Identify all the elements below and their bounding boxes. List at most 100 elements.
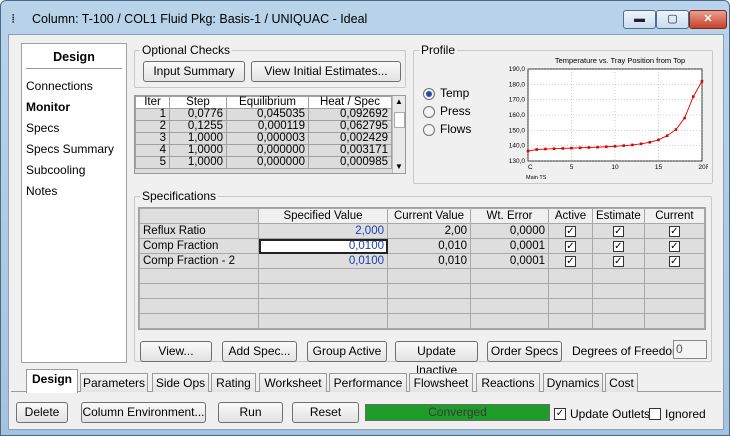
temp-radio[interactable] bbox=[423, 88, 435, 100]
divider bbox=[26, 68, 122, 69]
column-header: Active bbox=[548, 208, 593, 224]
table-row[interactable]: Comp Fraction 0,0100 0,010 0,0001 ✓ ✓ ✓ bbox=[139, 238, 705, 254]
y-tick-label: 190,0 bbox=[509, 66, 526, 73]
column-header: Equilibrium bbox=[226, 96, 309, 109]
nav-item-monitor[interactable]: Monitor bbox=[26, 100, 70, 114]
scroll-up-icon[interactable]: ▲ bbox=[395, 97, 403, 106]
specified-value-cell[interactable]: 2,000 bbox=[258, 223, 388, 239]
cell: 2 bbox=[135, 120, 170, 133]
add-spec-button[interactable]: Add Spec... bbox=[222, 341, 297, 362]
cell: 0,002429 bbox=[308, 132, 392, 145]
y-tick-label: 180,0 bbox=[509, 81, 526, 88]
group-active-button[interactable]: Group Active bbox=[307, 341, 387, 362]
table-row[interactable]: 2 0,1255 0,000119 0,062795 bbox=[135, 120, 392, 133]
optional-checks-title: Optional Checks bbox=[140, 43, 233, 57]
data-point bbox=[587, 146, 591, 149]
current-checkbox[interactable]: ✓ bbox=[668, 225, 680, 237]
x-tick-label: 20 bbox=[698, 164, 706, 171]
tab-performance[interactable]: Performance bbox=[329, 373, 407, 392]
view-spec-button[interactable]: View... bbox=[140, 341, 212, 362]
nav-item-subcooling[interactable]: Subcooling bbox=[26, 163, 85, 177]
nav-item-specs[interactable]: Specs bbox=[26, 121, 59, 135]
scroll-down-icon[interactable]: ▼ bbox=[395, 162, 403, 171]
reset-button[interactable]: Reset bbox=[292, 402, 359, 423]
ignored-label: Ignored bbox=[665, 407, 706, 421]
specified-value-cell[interactable]: 0,0100 bbox=[258, 238, 388, 254]
spec-name: Comp Fraction bbox=[139, 238, 259, 254]
tab-parameters[interactable]: Parameters bbox=[80, 373, 148, 392]
update-outlets-label: Update Outlets bbox=[570, 407, 651, 421]
data-point bbox=[578, 146, 582, 150]
nav-item-notes[interactable]: Notes bbox=[26, 184, 57, 198]
specified-value-cell[interactable]: 0,0100 bbox=[258, 253, 388, 269]
maximize-button[interactable]: ▢ bbox=[656, 10, 689, 29]
press-radio[interactable] bbox=[423, 106, 435, 118]
degrees-of-freedom-label: Degrees of Freedom bbox=[572, 344, 683, 358]
nav-item-specs-summary[interactable]: Specs Summary bbox=[26, 142, 114, 156]
table-row bbox=[139, 283, 705, 299]
iteration-scrollbar[interactable]: ▲ ▼ bbox=[392, 96, 405, 173]
estimate-checkbox[interactable]: ✓ bbox=[612, 225, 624, 237]
table-row[interactable]: 4 1,0000 0,000000 0,003171 bbox=[135, 144, 392, 157]
view-initial-estimates-button[interactable]: View Initial Estimates... bbox=[251, 61, 401, 82]
update-inactive-button[interactable]: Update Inactive bbox=[395, 341, 478, 377]
table-row[interactable]: 3 1,0000 0,000003 0,002429 bbox=[135, 132, 392, 145]
table-row[interactable]: 1 0,0776 0,045035 0,092692 bbox=[135, 108, 392, 121]
table-row bbox=[139, 298, 705, 314]
table-row[interactable]: Comp Fraction - 2 0,0100 0,010 0,0001 ✓ … bbox=[139, 253, 705, 269]
y-tick-label: 150,0 bbox=[509, 127, 526, 134]
estimate-checkbox[interactable]: ✓ bbox=[612, 255, 624, 267]
active-checkbox[interactable]: ✓ bbox=[565, 240, 576, 252]
cell: 0,000003 bbox=[226, 132, 309, 145]
input-summary-button[interactable]: Input Summary bbox=[143, 61, 245, 82]
column-header: Estimate bbox=[592, 208, 645, 224]
run-button[interactable]: Run bbox=[218, 402, 283, 423]
tab-cost[interactable]: Cost bbox=[605, 373, 638, 392]
table-row[interactable]: Reflux Ratio 2,000 2,00 0,0000 ✓ ✓ ✓ bbox=[139, 223, 705, 239]
iteration-table: Iter Step Equilibrium Heat / Spec 1 0,077… bbox=[135, 96, 392, 169]
current-checkbox[interactable]: ✓ bbox=[668, 255, 680, 267]
y-tick-label: 140,0 bbox=[509, 143, 526, 150]
tab-side-ops[interactable]: Side Ops bbox=[152, 373, 209, 392]
table-row bbox=[139, 313, 705, 329]
optional-checks-group: Optional Checks Input Summary View Initi… bbox=[134, 43, 406, 88]
column-header: Specified Value bbox=[258, 208, 388, 224]
update-outlets-checkbox[interactable]: ✓ bbox=[554, 408, 566, 420]
estimate-checkbox[interactable]: ✓ bbox=[612, 240, 624, 252]
tab-reactions[interactable]: Reactions bbox=[476, 373, 540, 392]
close-icon: ✕ bbox=[703, 13, 713, 25]
tab-flowsheet[interactable]: Flowsheet bbox=[409, 373, 473, 392]
column-header: Step bbox=[169, 96, 227, 109]
table-row[interactable]: 5 1,0000 0,000000 0,000985 bbox=[135, 156, 392, 169]
data-point bbox=[605, 145, 608, 149]
active-checkbox[interactable]: ✓ bbox=[565, 255, 576, 267]
tab-design[interactable]: Design bbox=[26, 369, 78, 393]
flows-radio[interactable] bbox=[423, 124, 435, 136]
title-bar[interactable]: ⦙ Column: T-100 / COL1 Fluid Pkg: Basis-… bbox=[1, 1, 729, 35]
column-header: Iter bbox=[135, 96, 170, 109]
tab-dynamics[interactable]: Dynamics bbox=[543, 373, 603, 392]
column-environment-button[interactable]: Column Environment... bbox=[81, 402, 206, 423]
ignored-checkbox[interactable] bbox=[649, 408, 661, 420]
active-checkbox[interactable]: ✓ bbox=[565, 225, 576, 237]
data-point bbox=[683, 116, 686, 120]
current-checkbox[interactable]: ✓ bbox=[668, 240, 680, 252]
temperature-profile-chart: Temperature vs. Tray Position from Top 1… bbox=[509, 56, 708, 181]
tab-worksheet[interactable]: Worksheet bbox=[259, 373, 327, 392]
nav-item-connections[interactable]: Connections bbox=[26, 79, 93, 93]
order-specs-button[interactable]: Order Specs bbox=[487, 341, 562, 362]
scroll-thumb[interactable] bbox=[394, 112, 405, 128]
x-axis-label: Main TS bbox=[526, 175, 547, 181]
column-header: Heat / Spec bbox=[308, 96, 392, 109]
data-point bbox=[613, 144, 617, 148]
close-button[interactable]: ✕ bbox=[689, 10, 727, 29]
delete-button[interactable]: Delete bbox=[16, 402, 68, 423]
iteration-header-row: Iter Step Equilibrium Heat / Spec bbox=[135, 96, 392, 109]
current-value-cell: 0,010 bbox=[387, 238, 471, 254]
design-nav-panel: Design Connections Monitor Specs Specs S… bbox=[21, 43, 127, 363]
profile-group: Profile Temp Press Flows Temperature vs.… bbox=[413, 43, 713, 184]
minimize-button[interactable]: ▬ bbox=[623, 10, 656, 29]
cell: 0,000000 bbox=[226, 144, 309, 157]
wt-error-cell: 0,0000 bbox=[470, 223, 549, 239]
tab-rating[interactable]: Rating bbox=[211, 373, 256, 392]
